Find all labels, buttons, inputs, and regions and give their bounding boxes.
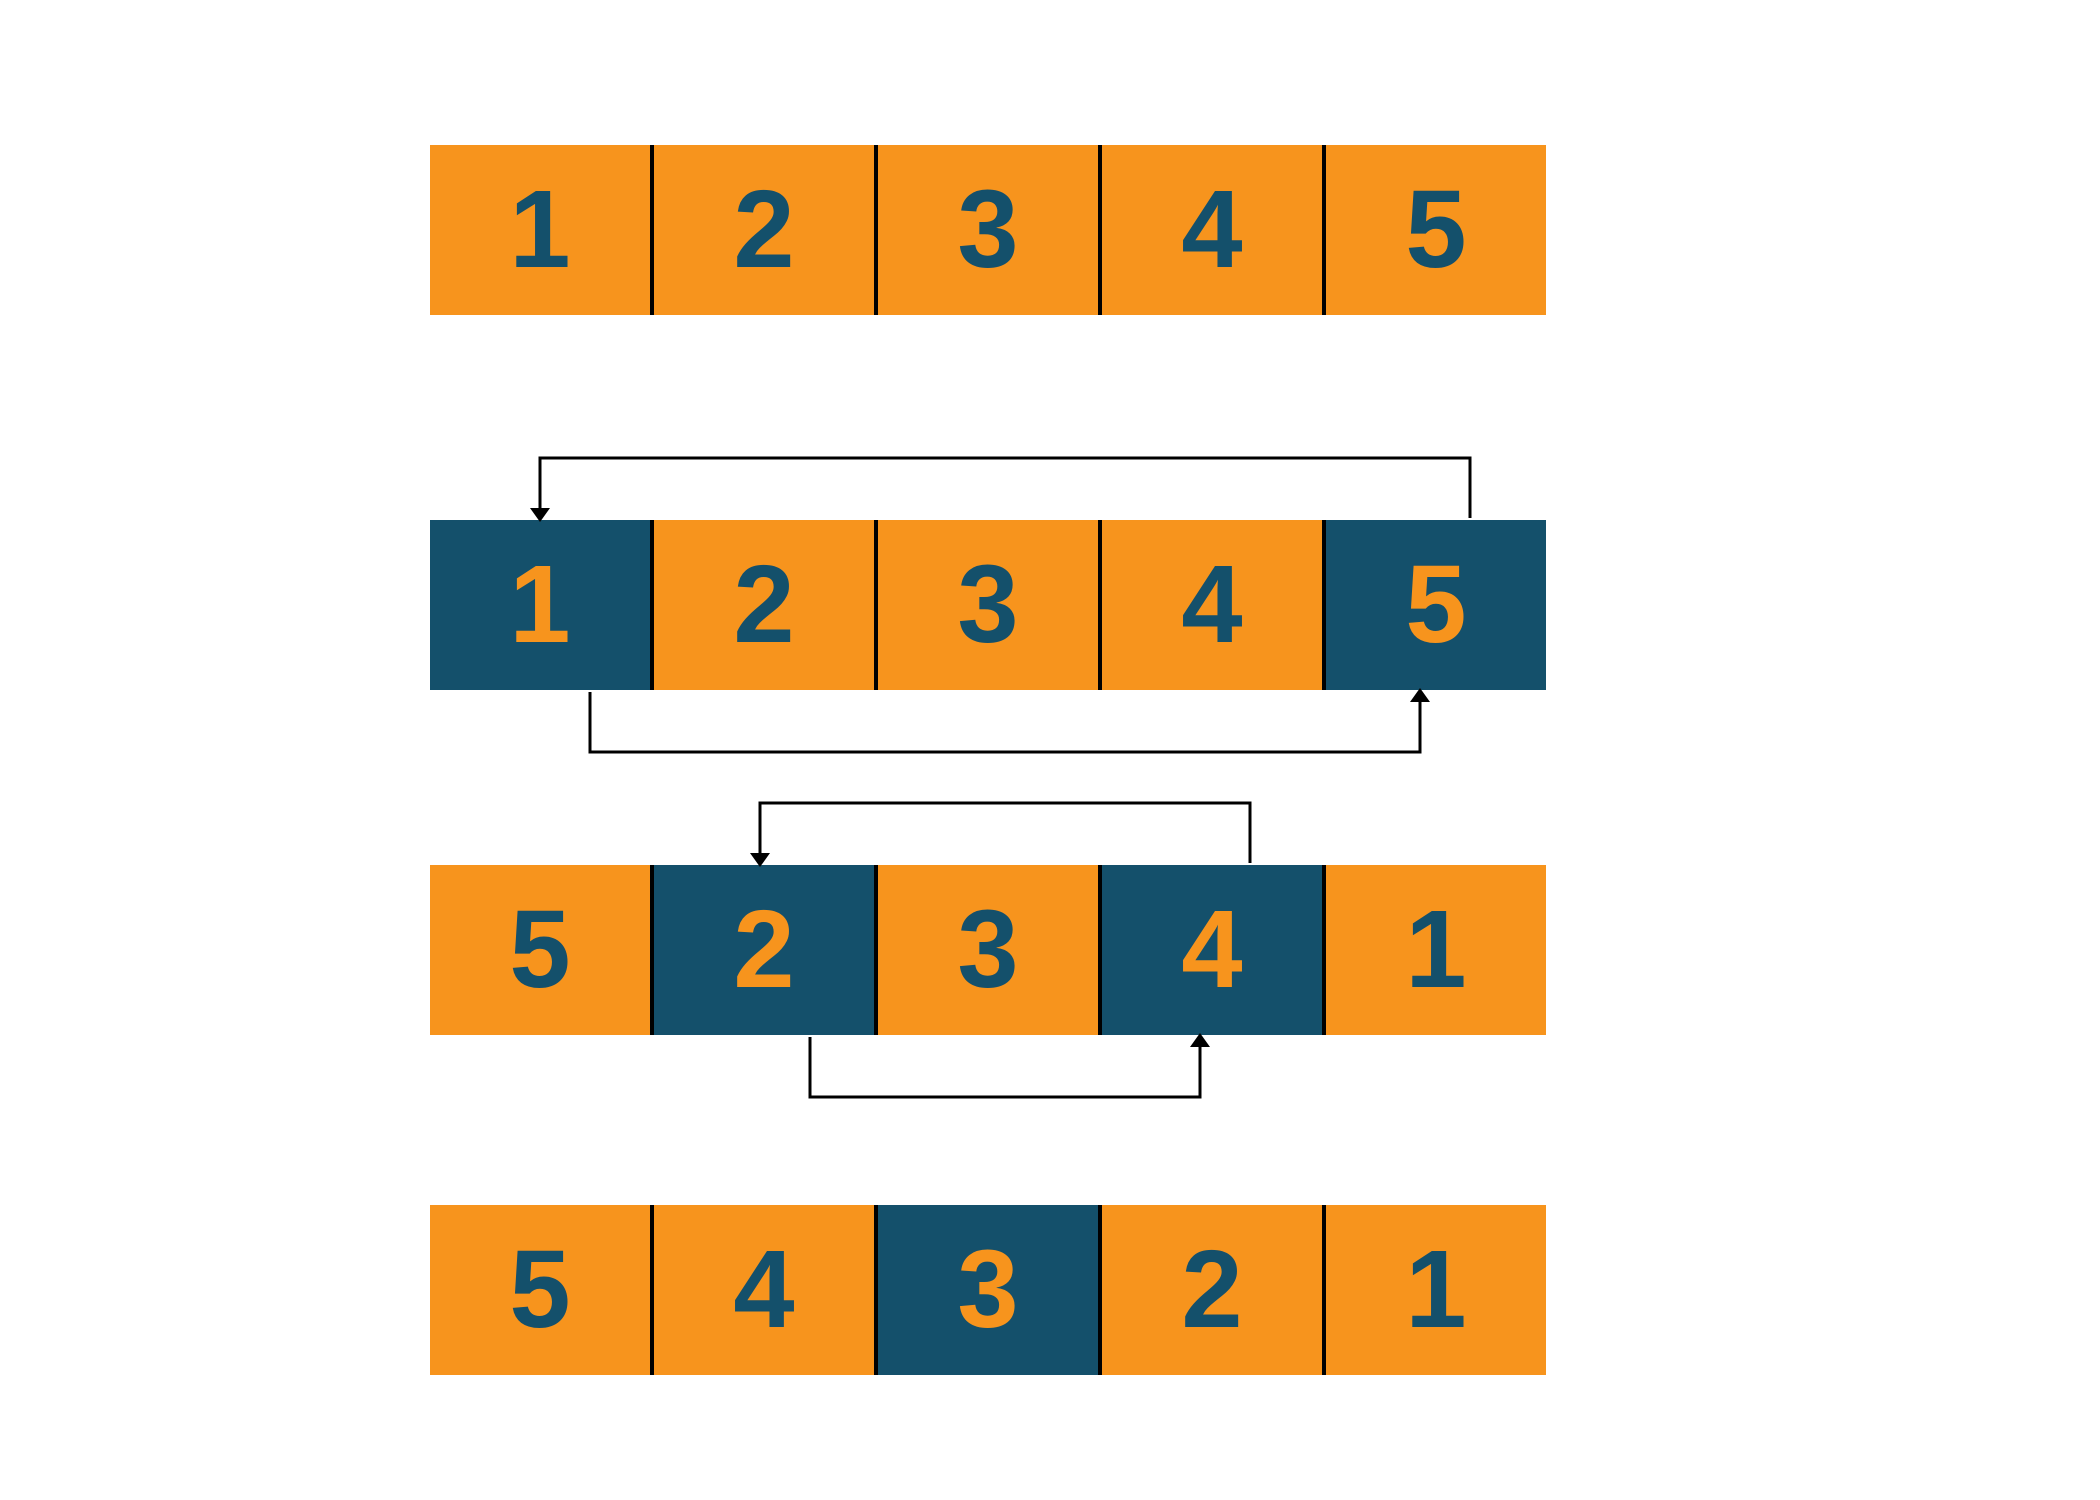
array-cell: 5 [430, 1205, 650, 1375]
array-cell: 1 [1322, 865, 1546, 1035]
array-cell: 4 [650, 1205, 874, 1375]
array-cell: 2 [650, 145, 874, 315]
array-cell: 3 [874, 520, 1098, 690]
array-cell: 4 [1098, 145, 1322, 315]
array-cell: 5 [1322, 145, 1546, 315]
array-cell: 2 [1098, 1205, 1322, 1375]
array-cell: 5 [430, 865, 650, 1035]
array-cell: 3 [874, 1205, 1098, 1375]
array-cell: 2 [650, 520, 874, 690]
array-cell: 2 [650, 865, 874, 1035]
array-cell: 1 [430, 145, 650, 315]
array-cell: 3 [874, 145, 1098, 315]
array-cell: 4 [1098, 865, 1322, 1035]
array-cell: 1 [430, 520, 650, 690]
array-cell: 3 [874, 865, 1098, 1035]
array-cell: 5 [1322, 520, 1546, 690]
array-row-2: 52341 [430, 865, 1546, 1035]
array-cell: 1 [1322, 1205, 1546, 1375]
diagram-canvas: 12345123455234154321 [0, 0, 2100, 1500]
array-row-1: 12345 [430, 520, 1546, 690]
array-row-0: 12345 [430, 145, 1546, 315]
array-row-3: 54321 [430, 1205, 1546, 1375]
array-cell: 4 [1098, 520, 1322, 690]
